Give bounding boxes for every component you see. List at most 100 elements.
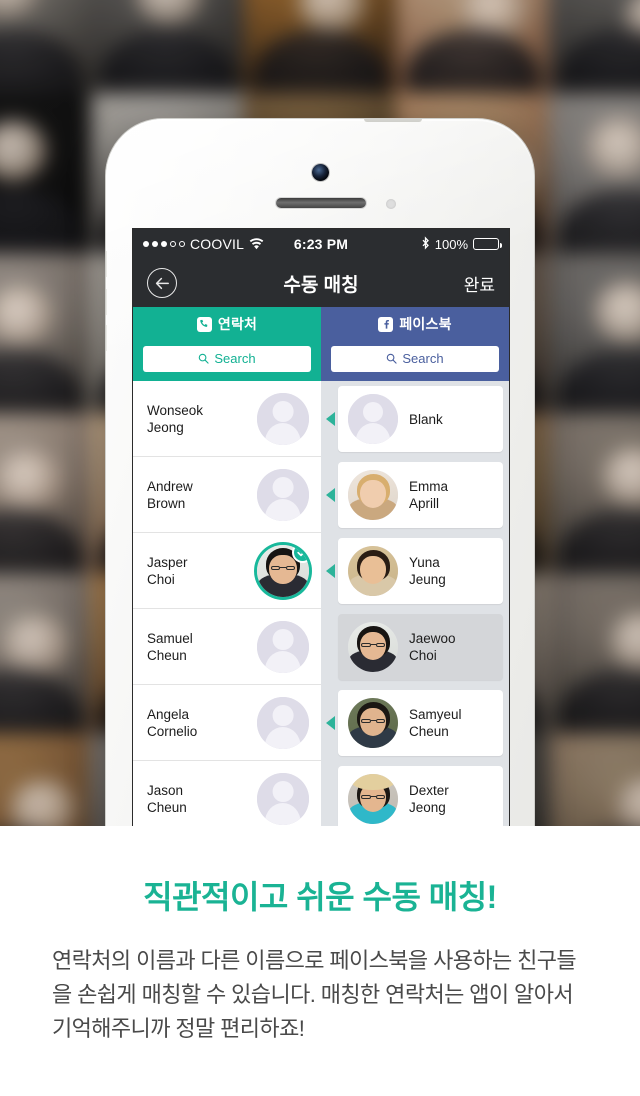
avatar-placeholder-icon xyxy=(257,392,309,445)
contact-row[interactable]: Jason Cheun xyxy=(133,761,321,826)
contact-name: Angela Cornelio xyxy=(147,706,197,740)
page-title: 수동 매칭 xyxy=(283,274,359,296)
facebook-name: Emma Aprill xyxy=(409,478,448,512)
facebook-card[interactable]: Yuna Jeung xyxy=(338,538,503,604)
contact-avatar[interactable] xyxy=(257,392,309,445)
contact-name: Andrew Brown xyxy=(147,478,193,512)
facebook-card[interactable]: Samyeul Cheun xyxy=(338,690,503,756)
contact-avatar[interactable] xyxy=(257,696,309,749)
avatar-photo xyxy=(348,622,398,672)
avatar-photo xyxy=(348,698,398,748)
facebook-first-name: Emma xyxy=(409,479,449,494)
contact-last-name: Cornelio xyxy=(147,723,198,739)
facebook-avatar[interactable] xyxy=(348,622,398,672)
facebook-name: Blank xyxy=(409,411,443,428)
status-bar-left: COOVIL xyxy=(143,236,264,252)
facebook-card[interactable]: Blank xyxy=(338,386,503,452)
collage-tile xyxy=(243,0,397,93)
search-row: Search Search xyxy=(133,341,509,381)
contact-avatar[interactable] xyxy=(257,772,309,825)
facebook-last-name: Aprill xyxy=(409,496,440,511)
facebook-icon xyxy=(378,316,394,332)
facebook-avatar[interactable] xyxy=(348,698,398,748)
contact-last-name: Cheun xyxy=(147,647,187,663)
contact-last-name: Brown xyxy=(147,495,186,511)
navigation-bar: 수동 매칭 완료 xyxy=(133,259,509,307)
facebook-first-name: Yuna xyxy=(409,555,440,570)
facebook-first-name: Jaewoo xyxy=(409,631,456,646)
proximity-sensor-icon xyxy=(386,199,396,209)
carrier-name: COOVIL xyxy=(190,236,245,252)
avatar-photo xyxy=(348,546,398,596)
avatar-placeholder-icon xyxy=(257,620,309,673)
contact-row[interactable]: Wonseok Jeong xyxy=(133,381,321,457)
back-button[interactable] xyxy=(147,268,177,298)
avatar-placeholder-icon xyxy=(348,394,398,444)
collage-tile xyxy=(548,0,640,93)
facebook-card-matched[interactable]: Jaewoo Choi xyxy=(338,614,503,680)
contacts-list[interactable]: Wonseok Jeong Andrew Brown Jasper Choi Samuel C… xyxy=(133,381,321,826)
contacts-search-input[interactable]: Search xyxy=(143,345,311,372)
contact-avatar[interactable] xyxy=(257,468,309,521)
facebook-avatar[interactable] xyxy=(348,774,398,824)
avatar-placeholder-icon xyxy=(257,772,309,825)
checkmark-icon xyxy=(292,544,309,563)
contact-name: Jason Cheun xyxy=(147,782,187,816)
contact-name: Jasper Choi xyxy=(147,554,188,588)
power-button[interactable] xyxy=(364,119,422,122)
contact-first-name: Jason xyxy=(147,782,184,798)
wifi-icon xyxy=(249,238,264,250)
facebook-list[interactable]: Blank Emma Aprill Yuna Jeung Jaewoo Choi Samyeu… xyxy=(321,381,509,826)
volume-up-button[interactable] xyxy=(106,289,107,315)
facebook-avatar[interactable] xyxy=(348,394,398,444)
match-arrow-icon xyxy=(326,488,335,502)
facebook-row[interactable]: Jaewoo Choi xyxy=(327,609,503,685)
facebook-card[interactable]: Emma Aprill xyxy=(338,462,503,528)
facebook-card[interactable]: Dexter Jeong xyxy=(338,766,503,826)
facebook-search-cell: Search xyxy=(321,341,509,381)
contact-avatar-selected[interactable] xyxy=(257,544,309,597)
contact-avatar[interactable] xyxy=(257,620,309,673)
facebook-row[interactable]: Blank xyxy=(326,381,503,457)
facebook-last-name: Jeong xyxy=(409,800,446,815)
facebook-first-name: Samyeul xyxy=(409,707,462,722)
facebook-row[interactable]: Emma Aprill xyxy=(326,457,503,533)
phone-screen: COOVIL 6:23 PM 100% 수동 매칭 완료 연락처 페이스북 Se… xyxy=(133,229,509,826)
facebook-search-input[interactable]: Search xyxy=(331,345,499,372)
tab-contacts[interactable]: 연락처 xyxy=(133,307,321,341)
done-button[interactable]: 완료 xyxy=(464,271,495,296)
collage-tile xyxy=(0,92,92,253)
contact-row[interactable]: Angela Cornelio xyxy=(133,685,321,761)
silent-switch[interactable] xyxy=(106,251,107,277)
avatar-placeholder-icon xyxy=(257,696,309,749)
facebook-first-name: Blank xyxy=(409,411,443,427)
contact-name: Wonseok Jeong xyxy=(147,402,203,436)
contact-row[interactable]: Andrew Brown xyxy=(133,457,321,533)
collage-tile xyxy=(548,92,640,253)
facebook-last-name: Choi xyxy=(409,648,437,663)
collage-tile xyxy=(0,0,92,93)
facebook-avatar[interactable] xyxy=(348,470,398,520)
facebook-row[interactable]: Dexter Jeong xyxy=(327,761,503,826)
status-bar: COOVIL 6:23 PM 100% xyxy=(133,229,509,259)
avatar-placeholder-icon xyxy=(257,468,309,521)
contact-row[interactable]: Samuel Cheun xyxy=(133,609,321,685)
facebook-name: Samyeul Cheun xyxy=(409,706,462,740)
contact-row[interactable]: Jasper Choi xyxy=(133,533,321,609)
facebook-row[interactable]: Yuna Jeung xyxy=(326,533,503,609)
volume-down-button[interactable] xyxy=(106,325,107,351)
facebook-last-name: Jeung xyxy=(409,572,446,587)
bluetooth-icon xyxy=(421,235,430,253)
contact-first-name: Wonseok xyxy=(147,402,204,418)
tab-facebook[interactable]: 페이스북 xyxy=(321,307,509,341)
collage-tile xyxy=(0,252,92,413)
avatar-photo xyxy=(348,470,398,520)
facebook-avatar[interactable] xyxy=(348,546,398,596)
contact-last-name: Choi xyxy=(147,571,175,587)
status-bar-right: 100% xyxy=(421,235,502,253)
collage-tile xyxy=(0,733,92,826)
collage-tile xyxy=(91,0,244,93)
iphone-device-mockup: COOVIL 6:23 PM 100% 수동 매칭 완료 연락처 페이스북 Se… xyxy=(105,118,535,826)
contacts-search-placeholder: Search xyxy=(214,351,256,366)
facebook-row[interactable]: Samyeul Cheun xyxy=(326,685,503,761)
